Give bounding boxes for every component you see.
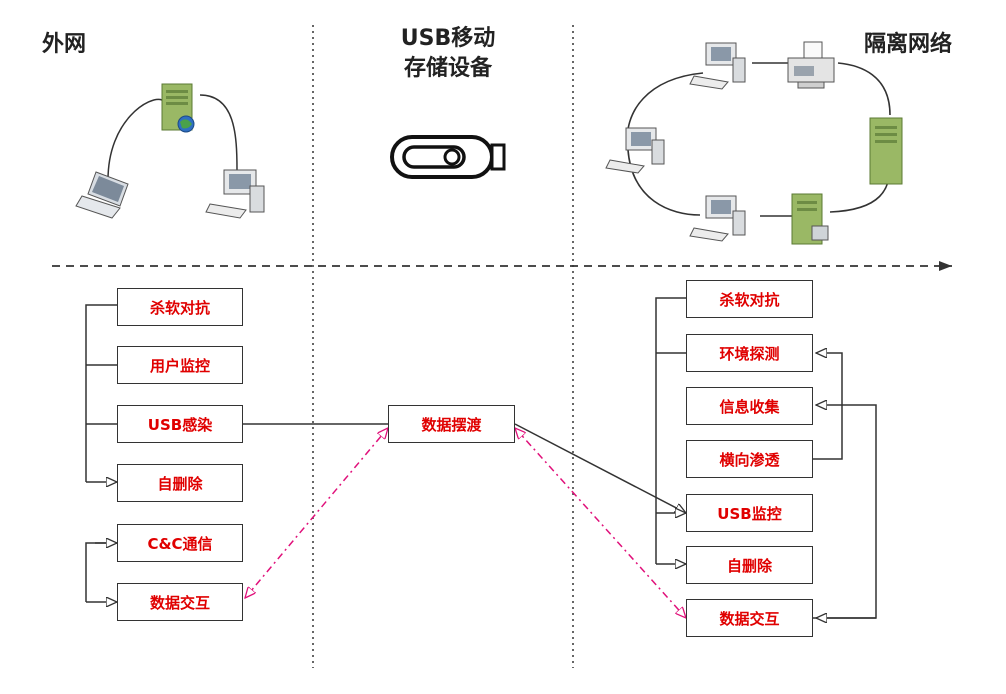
exchange-loop [813,405,877,619]
right-box-data-exchange: 数据交互 [686,599,813,637]
right-box-info-collection: 信息收集 [686,387,813,425]
external-network-title: 外网 [42,32,87,57]
server-icon [791,193,829,245]
server-icon [161,83,195,133]
left-box-data-exchange: 数据交互 [117,583,243,621]
printer-icon [787,41,835,89]
isolated-network-ring [626,62,891,217]
right-box-lateral-movement: 横向渗透 [686,440,813,478]
left-group-bracket [85,304,118,482]
left-box-self-delete: 自删除 [117,464,243,502]
right-box-usb-monitor: USB监控 [686,494,813,532]
right-box-av-evasion: 杀软对抗 [686,280,813,318]
left-box-av-evasion: 杀软对抗 [117,288,243,326]
server-icon [869,117,903,185]
usb-storage-title-line2: 存储设备 [403,56,492,81]
computer-icon [689,195,746,242]
isolated-network-title: 隔离网络 [864,32,953,57]
usb-storage-title-line1: USB移动 [400,26,496,51]
right-data-exchange-link [515,428,686,618]
computer-icon [605,127,665,174]
right-group-bracket [655,297,688,564]
middle-box-data-ferry: 数据摆渡 [388,405,515,443]
left-comm-bracket [85,542,117,602]
computer-icon [205,169,265,219]
left-box-cc-comm: C&C通信 [117,524,243,562]
usb-drive-icon [390,135,506,179]
computer-icon [689,42,746,90]
laptop-icon [75,171,129,219]
right-box-env-detection: 环境探测 [686,334,813,372]
left-box-user-monitor: 用户监控 [117,346,243,384]
lateral-loop [813,353,843,460]
right-box-self-delete: 自删除 [686,546,813,584]
left-data-exchange-link [245,428,388,598]
left-box-usb-infection: USB感染 [117,405,243,443]
ferry-to-usb-monitor-link [514,423,686,513]
